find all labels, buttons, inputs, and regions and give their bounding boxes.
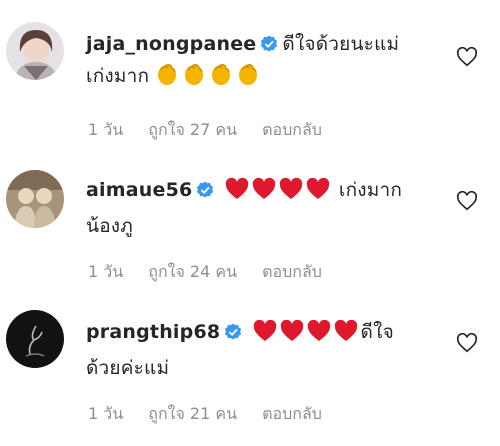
comment-text-line1: ดีใจด้วยนะแม่ [282, 33, 400, 55]
clapping-hands-icon [236, 62, 260, 96]
comment-time: 1 วัน [88, 262, 124, 281]
red-heart-icon [306, 177, 330, 210]
like-heart-icon[interactable] [456, 46, 478, 68]
comment-text-line2: เก่งมาก [86, 65, 150, 87]
avatar[interactable] [6, 310, 64, 368]
comment-meta: 1 วัน ถูกใจ 24 คน ตอบกลับ [88, 260, 342, 285]
red-heart-icon [253, 319, 277, 352]
comment-likes[interactable]: ถูกใจ 27 คน [148, 120, 237, 139]
comment-text: prangthip68 ดีใจ ด้วยค่ะแม่ [86, 316, 426, 384]
verified-badge-icon [261, 35, 278, 52]
clapping-hands-icon [209, 62, 233, 96]
red-heart-icon [252, 177, 276, 210]
avatar[interactable] [6, 170, 64, 228]
red-heart-icon [280, 319, 304, 352]
comment-username[interactable]: aimaue56 [86, 179, 192, 201]
clapping-hands-icon [155, 62, 179, 96]
comment-text-line1: เก่งมาก [338, 179, 403, 201]
red-heart-icon [225, 177, 249, 210]
verified-badge-icon [197, 181, 214, 198]
comment-time: 1 วัน [88, 404, 124, 423]
reply-button[interactable]: ตอบกลับ [262, 404, 322, 423]
comment-text-line1: ดีใจ [360, 321, 394, 343]
comment-username[interactable]: prangthip68 [86, 321, 220, 343]
avatar[interactable] [6, 22, 64, 80]
comment-time: 1 วัน [88, 120, 124, 139]
comment-text: jaja_nongpanee ดีใจด้วยนะแม่ เก่งมาก [86, 28, 426, 96]
comment-likes[interactable]: ถูกใจ 24 คน [148, 262, 237, 281]
comment-text: aimaue56 เก่งมาก น้องภู [86, 174, 426, 242]
comment-meta: 1 วัน ถูกใจ 27 คน ตอบกลับ [88, 118, 342, 143]
comment-meta: 1 วัน ถูกใจ 21 คน ตอบกลับ [88, 402, 342, 427]
verified-badge-icon [225, 323, 242, 340]
red-heart-icon [279, 177, 303, 210]
reply-button[interactable]: ตอบกลับ [262, 120, 322, 139]
comment-text-line2: น้องภู [86, 215, 134, 237]
comment-likes[interactable]: ถูกใจ 21 คน [148, 404, 237, 423]
red-heart-icon [334, 319, 358, 352]
comment-text-line2: ด้วยค่ะแม่ [86, 357, 170, 379]
like-heart-icon[interactable] [456, 332, 478, 354]
red-heart-icon [307, 319, 331, 352]
comment-username[interactable]: jaja_nongpanee [86, 33, 256, 55]
like-heart-icon[interactable] [456, 190, 478, 212]
clapping-hands-icon [182, 62, 206, 96]
reply-button[interactable]: ตอบกลับ [262, 262, 322, 281]
